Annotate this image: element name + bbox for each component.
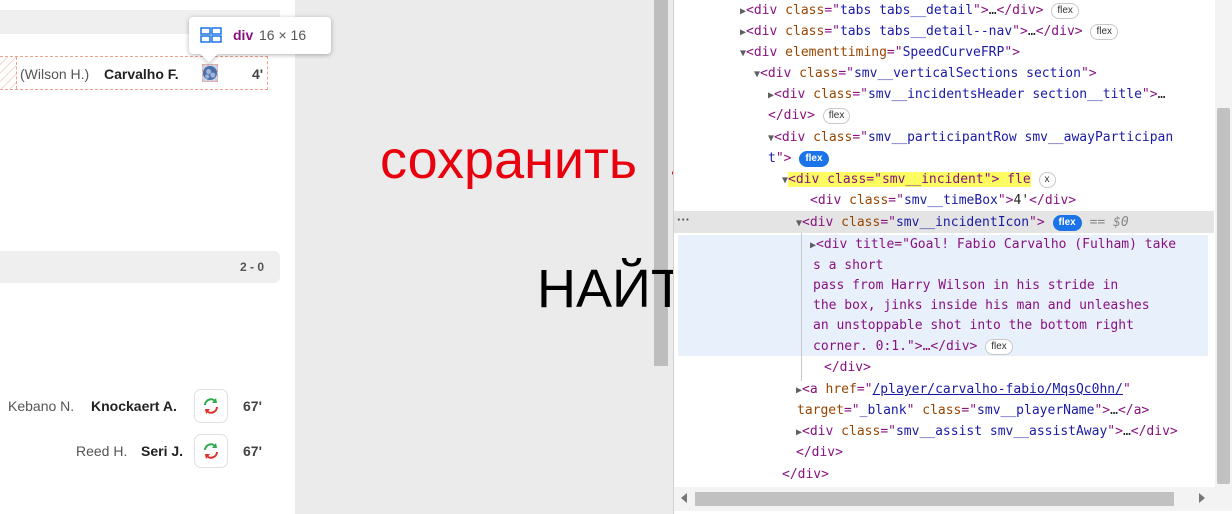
sub-out-player[interactable]: Kebano N. <box>8 398 74 414</box>
inspect-tooltip: div 16 × 16 <box>189 17 331 54</box>
dom-text: corner. 0:1.">…</div> flex <box>813 336 1013 357</box>
scrollbar-thumb[interactable] <box>695 492 1174 506</box>
flex-badge[interactable]: flex <box>1090 24 1118 40</box>
dom-node[interactable]: ▶<div class="tabs tabs__detail">…</div> … <box>740 0 1079 21</box>
dom-node-participant-row-cont[interactable]: t"> flex <box>768 148 829 169</box>
dom-node-close[interactable]: </div> flex <box>768 105 851 126</box>
devtools-vertical-scrollbar[interactable] <box>1215 0 1232 487</box>
substitution-icon-box <box>194 389 228 423</box>
dom-text: an unstoppable shot into the bottom righ… <box>813 318 1134 333</box>
dom-node-close[interactable]: </div> <box>824 357 871 378</box>
substitution-icon <box>204 398 218 414</box>
flex-badge[interactable]: flex <box>1052 215 1082 231</box>
assist-player[interactable]: (Wilson H.) <box>20 66 89 82</box>
devtools-horizontal-scrollbar[interactable] <box>674 487 1232 511</box>
dom-node[interactable]: ▶<div class="smv__incidentsHeader sectio… <box>768 84 1165 105</box>
player-link[interactable]: /player/carvalho-fabio/MqsQc0hn/ <box>872 382 1122 397</box>
selected-marker: == $0 <box>1089 215 1129 230</box>
scrollbar-thumb[interactable] <box>1217 108 1230 484</box>
dom-node-link-cont[interactable]: target="_blank" class="smv__playerName">… <box>797 400 1149 421</box>
substitution-icon <box>204 443 218 459</box>
dom-node-title[interactable]: ▶<div title="Goal! Fabio Carvalho (Fulha… <box>810 234 1176 255</box>
tree-guide-line <box>801 233 802 381</box>
scroll-right-icon[interactable] <box>1199 493 1205 503</box>
football-icon <box>203 66 217 80</box>
flex-layout-icon <box>200 27 222 43</box>
dom-node[interactable]: ▶<div class="tabs tabs__detail--nav">…</… <box>740 21 1118 42</box>
match-summary-panel: (Wilson H.) Carvalho F. 4' 2 - 0 Kebano … <box>0 0 295 514</box>
flex-badge[interactable]: flex <box>1051 3 1079 19</box>
dom-node[interactable]: <div class="smv__timeBox">4'</div> <box>810 190 1076 211</box>
dom-text: pass from Harry Wilson in his stride in <box>813 278 1119 293</box>
dom-node[interactable]: ▶<div class="smv__assist smv__assistAway… <box>796 421 1178 442</box>
substitution-icon-box <box>194 434 228 468</box>
dom-node-close[interactable]: </div> <box>782 464 829 485</box>
dom-node-participant-row[interactable]: ▼<div class="smv__participantRow smv__aw… <box>768 127 1173 148</box>
sub-in-player[interactable]: Knockaert A. <box>91 398 177 414</box>
goal-scorer[interactable]: Carvalho F. <box>104 66 179 82</box>
dom-node[interactable]: ▼<div class="smv__verticalSections secti… <box>754 63 1097 84</box>
dom-node[interactable]: ▼<div elementtiming="SpeedCurveFRP"> <box>740 42 1020 63</box>
half-score-bar: 2 - 0 <box>0 251 280 283</box>
sub-out-player[interactable]: Reed H. <box>76 443 127 459</box>
tooltip-dimensions: 16 × 16 <box>259 27 307 43</box>
sub-minute: 67' <box>243 398 262 414</box>
dom-node-incident-icon[interactable]: ▼<div class="smv__incidentIcon"> flex ==… <box>796 212 1129 233</box>
sub-in-player[interactable]: Seri J. <box>141 443 183 459</box>
save-annotation: сохранить <box>380 130 637 190</box>
dom-node-link[interactable]: ▶<a href="/player/carvalho-fabio/MqsQc0h… <box>796 379 1131 400</box>
flex-badge[interactable]: flex <box>799 151 829 167</box>
sub-minute: 67' <box>243 443 262 459</box>
half-score: 2 - 0 <box>240 260 265 274</box>
flex-badge[interactable]: flex <box>985 339 1013 355</box>
dom-text: s a short <box>813 258 884 273</box>
dom-text: the box, jinks inside his man and unleas… <box>813 298 1150 313</box>
incident-minute: 4' <box>252 66 264 82</box>
devtools-elements-panel: ··· ▶<div class="tabs tabs__detail">…</d… <box>673 0 1232 514</box>
more-actions-icon[interactable]: ··· <box>677 212 690 227</box>
element-margin-highlight <box>0 57 17 89</box>
dom-node-close[interactable]: </div> <box>796 442 843 463</box>
dom-node-incident[interactable]: ▼<div class="smv__incident"> fle x <box>782 169 1056 190</box>
flex-badge[interactable]: flex <box>822 108 851 124</box>
tooltip-tag: div <box>233 27 254 43</box>
close-badge[interactable]: x <box>1038 172 1056 188</box>
scroll-left-icon[interactable] <box>681 493 687 503</box>
goal-incident-icon[interactable] <box>202 64 218 82</box>
